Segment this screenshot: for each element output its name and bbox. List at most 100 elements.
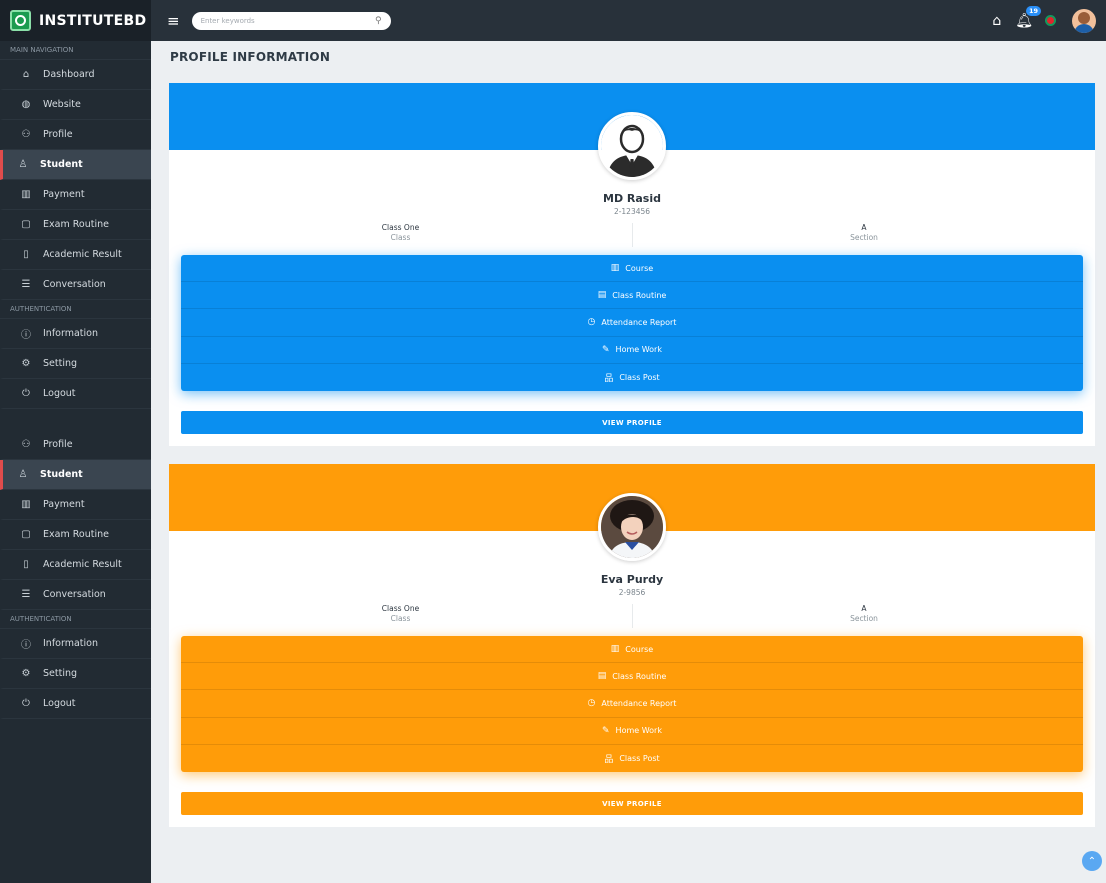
sidebar-item-logout[interactable]: ⏻ Logout (0, 689, 151, 719)
menu-item-class-routine[interactable]: ▤ Class Routine (181, 663, 1083, 691)
language-flag-icon[interactable] (1047, 17, 1054, 24)
users-icon: ⚇ (21, 129, 31, 140)
sidebar-item-label: Logout (43, 698, 76, 709)
user-icon: ♙ (18, 159, 28, 170)
menu-item-class-post[interactable]: 品 Class Post (181, 364, 1083, 391)
nav-header-auth: AUTHENTICATION (0, 610, 151, 629)
sidebar-item-information[interactable]: ⓘ Information (0, 319, 151, 349)
menu-item-attendance-report[interactable]: ◷ Attendance Report (181, 309, 1083, 337)
class-label: Class (390, 233, 411, 242)
sidebar-item-label: Setting (43, 358, 78, 369)
sidebar-item-dashboard[interactable]: ⌂ Dashboard (0, 60, 151, 90)
view-profile-button[interactable]: VIEW PROFILE (181, 411, 1083, 434)
brand[interactable]: INSTITUTEBD (0, 0, 151, 41)
menu-item-course[interactable]: ▥ Course (181, 255, 1083, 283)
scroll-to-top-button[interactable]: ⌃ (1082, 851, 1102, 871)
chat-icon: ☰ (21, 279, 31, 290)
document-icon: ▯ (23, 249, 29, 260)
sidebar-item-label: Profile (43, 439, 73, 450)
power-icon: ⏻ (22, 388, 30, 399)
student-card: MD Rasid 2-123456 Class One Class A Sect… (169, 83, 1095, 446)
male-avatar-icon (601, 115, 663, 177)
edit-icon: ✎ (602, 344, 610, 355)
menu-item-class-routine[interactable]: ▤ Class Routine (181, 282, 1083, 310)
sidebar-item-payment[interactable]: ▥ Payment (0, 180, 151, 210)
sidebar-item-logout[interactable]: ⏻ Logout (0, 379, 151, 409)
student-avatar (598, 493, 666, 561)
student-photo (601, 496, 663, 558)
page-title: PROFILE INFORMATION (170, 50, 331, 64)
menu-item-home-work[interactable]: ✎ Home Work (181, 337, 1083, 364)
chat-icon: ☰ (21, 589, 31, 600)
sidebar-item-profile[interactable]: ⚇ Profile (0, 430, 151, 460)
sidebar-item-academic-result[interactable]: ▯ Academic Result (0, 550, 151, 580)
sidebar-item-exam-routine[interactable]: ▢ Exam Routine (0, 520, 151, 550)
globe-icon: ◍ (21, 99, 31, 110)
sidebar-item-website[interactable]: ◍ Website (0, 90, 151, 120)
nav-header-main: MAIN NAVIGATION (0, 41, 151, 60)
menu-item-class-post[interactable]: 品 Class Post (181, 745, 1083, 772)
section-value: A (861, 604, 867, 613)
home-icon[interactable]: ⌂ (992, 13, 1001, 29)
sidebar-item-label: Academic Result (43, 559, 122, 570)
sidebar-item-label: Student (40, 469, 83, 480)
brand-name: INSTITUTEBD (39, 12, 147, 29)
menu-item-label: Class Post (619, 753, 660, 763)
sidebar-item-label: Exam Routine (43, 219, 109, 230)
sidebar-item-setting[interactable]: ⚙ Setting (0, 659, 151, 689)
class-info: Class One Class (169, 604, 632, 628)
sidebar-item-academic-result[interactable]: ▯ Academic Result (0, 240, 151, 270)
section-label: Section (850, 233, 878, 242)
sidebar-item-conversation[interactable]: ☰ Conversation (0, 580, 151, 610)
user-avatar[interactable] (1072, 8, 1096, 33)
sidebar-item-profile[interactable]: ⚇ Profile (0, 120, 151, 150)
view-profile-button[interactable]: VIEW PROFILE (181, 792, 1083, 815)
student-card: Eva Purdy 2-9856 Class One Class A Secti… (169, 464, 1095, 827)
sidebar-item-exam-routine[interactable]: ▢ Exam Routine (0, 210, 151, 240)
sidebar-item-payment[interactable]: ▥ Payment (0, 490, 151, 520)
menu-item-label: Home Work (615, 726, 662, 736)
info-icon: ⓘ (21, 330, 31, 341)
menu-item-attendance-report[interactable]: ◷ Attendance Report (181, 690, 1083, 718)
section-info: A Section (632, 223, 1095, 247)
sidebar-item-conversation[interactable]: ☰ Conversation (0, 270, 151, 300)
gauge-icon: ◷ (587, 698, 596, 709)
sidebar-item-label: Setting (43, 668, 78, 679)
student-menu: ▥ Course ▤ Class Routine ◷ Attendance Repor… (181, 636, 1083, 772)
bar-chart-icon: ▥ (21, 189, 31, 200)
sitemap-icon: 品 (604, 754, 614, 765)
bell-icon[interactable]: 🔔︎ 19 (1015, 5, 1041, 29)
menu-item-label: Course (625, 644, 654, 654)
sidebar-item-setting[interactable]: ⚙ Setting (0, 349, 151, 379)
sitemap-icon: 品 (604, 373, 614, 384)
info-icon: ⓘ (21, 640, 31, 651)
sidebar-item-label: Payment (43, 499, 85, 510)
menu-item-label: Class Post (619, 372, 660, 382)
book-icon: ▥ (610, 263, 620, 274)
menu-item-label: Attendance Report (601, 698, 677, 708)
menu-item-course[interactable]: ▥ Course (181, 636, 1083, 664)
document-icon: ▯ (23, 559, 29, 570)
sidebar-item-information[interactable]: ⓘ Information (0, 629, 151, 659)
menu-item-label: Attendance Report (601, 317, 677, 327)
calendar-icon: ▤ (597, 671, 607, 682)
section-info: A Section (632, 604, 1095, 628)
student-name: Eva Purdy (600, 573, 664, 586)
sidebar-item-label: Information (43, 328, 98, 339)
sidebar-item-label: Conversation (43, 589, 106, 600)
sidebar-item-label: Exam Routine (43, 529, 109, 540)
sidebar-item-student[interactable]: ♙ Student (0, 460, 151, 490)
top-bar: ≡ ⚲ ⌂ 🔔︎19 (151, 0, 1106, 41)
sidebar-item-label: Logout (43, 388, 76, 399)
search-icon[interactable]: ⚲ (375, 16, 382, 26)
class-value: Class One (381, 223, 420, 232)
search-box: ⚲ (191, 11, 391, 30)
sidebar-item-label: Information (43, 638, 98, 649)
hamburger-menu-icon[interactable]: ≡ (167, 12, 180, 30)
menu-item-home-work[interactable]: ✎ Home Work (181, 718, 1083, 745)
search-input[interactable] (200, 16, 375, 25)
menu-item-label: Course (625, 263, 654, 273)
sidebar-item-student[interactable]: ♙ Student (0, 150, 151, 180)
student-avatar (598, 112, 666, 180)
square-icon: ▢ (21, 219, 31, 230)
